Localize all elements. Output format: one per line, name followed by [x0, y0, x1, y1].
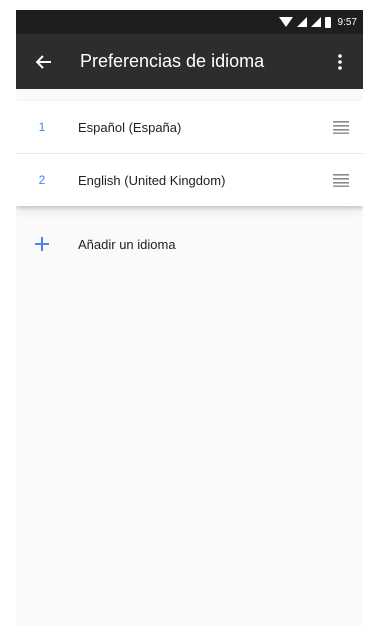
cell-signal-icon-2	[310, 17, 321, 27]
language-number: 2	[38, 173, 46, 187]
app-bar: Preferencias de idioma	[16, 34, 363, 89]
back-arrow-icon[interactable]	[26, 44, 62, 80]
drag-handle-icon[interactable]	[333, 120, 349, 134]
language-list: 1 Español (España) 2 English (United Kin…	[16, 101, 363, 270]
language-row-1[interactable]: 1 Español (España)	[16, 101, 363, 153]
battery-icon	[324, 16, 331, 28]
wifi-icon	[278, 17, 293, 27]
language-card: 1 Español (España) 2 English (United Kin…	[16, 101, 363, 206]
drag-handle-icon[interactable]	[333, 173, 349, 187]
page-title: Preferencias de idioma	[80, 51, 265, 71]
status-time: 9:57	[337, 16, 357, 28]
language-name: Español (España)	[78, 119, 182, 135]
language-row-2[interactable]: 2 English (United Kingdom)	[16, 153, 363, 206]
phone-screen: 9:57 Preferencias de idioma 1 Español (E…	[16, 10, 363, 626]
add-language-label: Añadir un idioma	[78, 236, 176, 252]
language-name: English (United Kingdom)	[78, 172, 226, 188]
add-language-button[interactable]: Añadir un idioma	[16, 218, 363, 270]
cell-signal-icon	[296, 17, 307, 27]
status-bar: 9:57	[16, 10, 363, 34]
more-vert-icon[interactable]	[325, 44, 355, 80]
plus-icon	[16, 237, 68, 251]
language-number: 1	[38, 120, 46, 134]
